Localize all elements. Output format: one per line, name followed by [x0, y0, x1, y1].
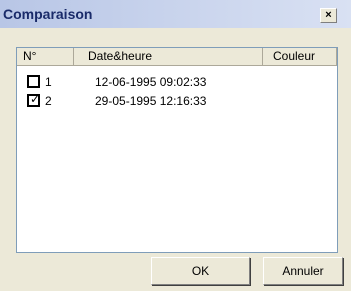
close-button[interactable]: ×: [320, 8, 337, 23]
column-header-datetime[interactable]: Date&heure: [74, 48, 263, 66]
window-title: Comparaison: [3, 6, 93, 22]
list-item[interactable]: 1 12-06-1995 09:02:33: [17, 73, 337, 92]
column-header-color[interactable]: Couleur: [263, 48, 337, 66]
row-2-number: 2: [45, 94, 52, 108]
row-1-checkbox[interactable]: [27, 75, 40, 88]
comparaison-dialog: Comparaison × N° Date&heure Couleur 1 12…: [0, 0, 351, 291]
close-icon: ×: [325, 9, 332, 21]
ok-button[interactable]: OK: [151, 257, 250, 285]
row-2-checkbox[interactable]: ✓: [27, 92, 41, 107]
list-header: N° Date&heure Couleur: [17, 48, 337, 66]
row-1-number: 1: [45, 75, 52, 89]
checkmark-icon: ✓: [30, 92, 41, 106]
comparison-list[interactable]: N° Date&heure Couleur 1 12-06-1995 09:02…: [16, 47, 338, 253]
list-item[interactable]: ✓ 2 29-05-1995 12:16:33: [17, 92, 337, 111]
cancel-button[interactable]: Annuler: [263, 257, 343, 285]
row-2-datetime: 29-05-1995 12:16:33: [95, 94, 207, 108]
column-header-number[interactable]: N°: [17, 48, 74, 66]
row-1-datetime: 12-06-1995 09:02:33: [95, 75, 207, 89]
title-bar[interactable]: Comparaison ×: [0, 0, 351, 28]
